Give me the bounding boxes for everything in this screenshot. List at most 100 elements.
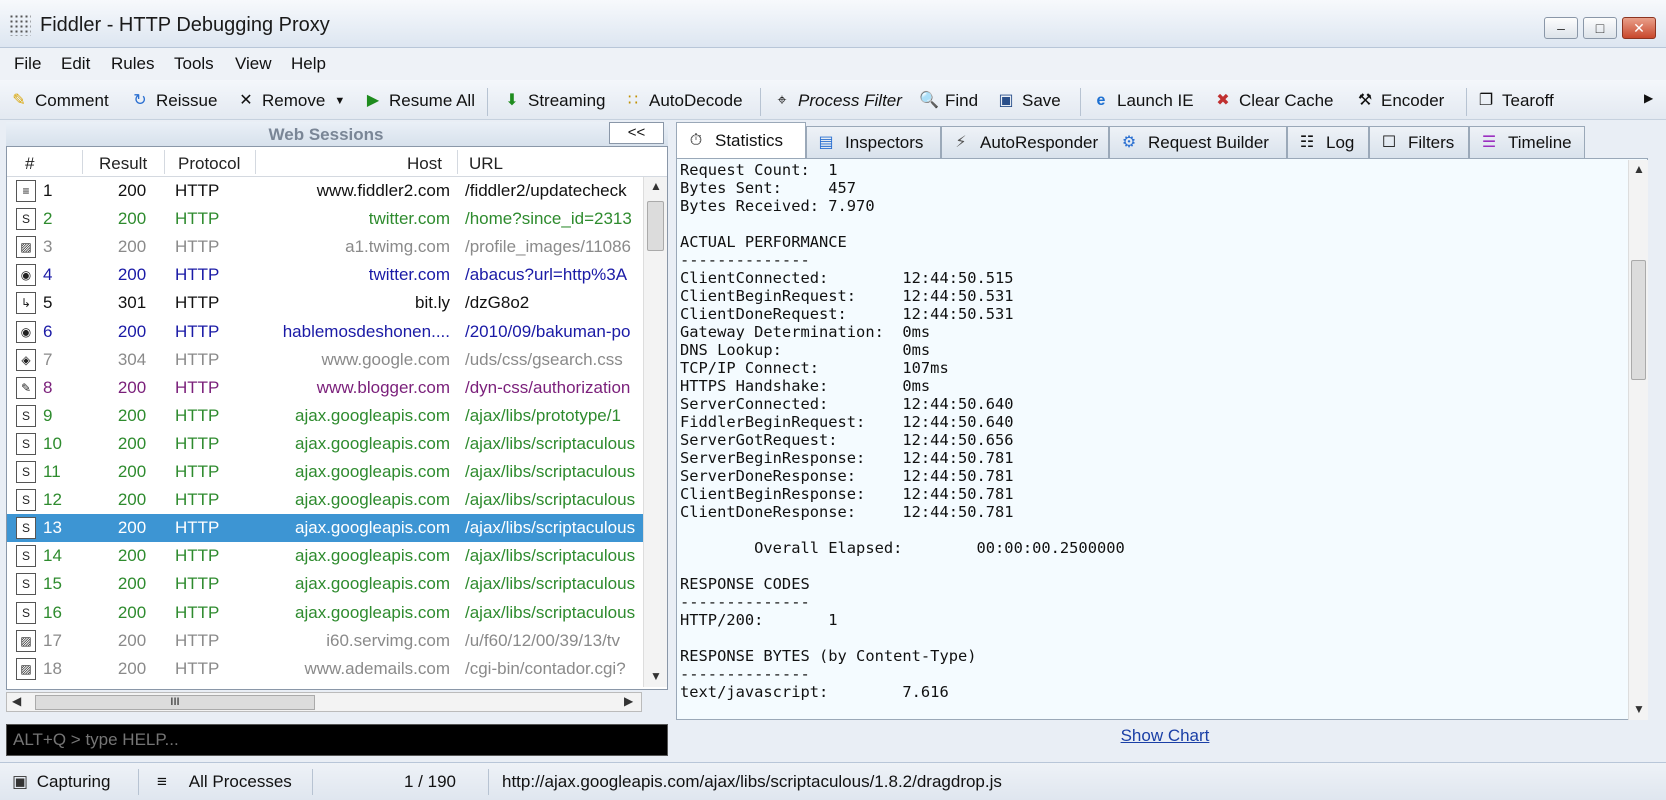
scroll-up-arrow-icon[interactable]: ▲ [650,179,662,193]
tab-filters[interactable]: ☐ Filters [1369,126,1469,158]
clear-cache-button[interactable]: ✖ Clear Cache [1213,89,1333,113]
session-row[interactable]: S 2 200 HTTP twitter.com/home?since_id=2313 [7,205,643,233]
scrollbar-thumb[interactable]: III [35,695,315,710]
statistics-scrollbar[interactable]: ▲ ▼ [1628,160,1648,720]
comment-icon: ✎ [12,92,26,109]
session-url: /ajax/libs/scriptaculous [465,546,636,566]
scroll-up-arrow-icon[interactable]: ▲ [1633,162,1645,176]
show-chart-link[interactable]: Show Chart [1060,726,1270,746]
menu-help[interactable]: Help [291,54,326,74]
session-row[interactable]: ✎ 8 200 HTTP www.blogger.com/dyn-css/authori… [7,374,643,402]
minimize-button[interactable]: ‒ [1544,17,1578,39]
session-url: /ajax/libs/scriptaculous [465,462,636,481]
capturing-indicator[interactable]: ▣ Capturing [12,772,110,792]
capture-icon: ▣ [12,772,29,791]
tab-inspectors[interactable]: ▤ Inspectors [806,126,941,158]
save-button[interactable]: ▣ Save [996,89,1060,113]
session-protocol: HTTP [175,490,220,510]
menu-view[interactable]: View [235,54,272,74]
tearoff-button[interactable]: ❐ Tearoff [1476,89,1554,113]
menu-tools[interactable]: Tools [174,54,214,74]
log-icon: ☷ [1299,133,1315,151]
column-header-host[interactable]: Host [407,154,442,174]
sessions-grid: # Result Protocol Host URL ≡ 1 200 HTTP www.… [6,146,668,690]
reissue-button[interactable]: ↻ Reissue [130,89,217,113]
column-header-url[interactable]: URL [469,154,503,174]
session-result: 200 [117,433,147,453]
scroll-down-arrow-icon[interactable]: ▼ [650,669,662,683]
session-host: bit.ly [415,293,450,313]
session-protocol: HTTP [175,181,220,200]
sessions-vertical-scrollbar[interactable]: ▲ ▼ [643,177,667,687]
close-button[interactable]: ✕ [1622,17,1656,39]
session-row[interactable]: ▨ 18 200 HTTP www.ademails.com/cgi-bin/conta… [7,655,643,683]
tab-request-builder[interactable]: ⚙ Request Builder [1109,126,1287,158]
session-row[interactable]: S 14 200 HTTP ajax.googleapis.com/ajax/libs/… [7,542,643,570]
tab-autoresponder[interactable]: ⚡ AutoResponder [941,126,1109,158]
reissue-label: Reissue [156,91,218,110]
session-row[interactable]: ↳ 5 301 HTTP bit.ly/dzG8o2 [7,289,643,317]
find-button[interactable]: 🔍 Find [919,89,978,113]
menu-edit[interactable]: Edit [61,54,90,74]
launch-ie-button[interactable]: e Launch IE [1091,89,1194,113]
sessions-horizontal-scrollbar[interactable]: ◀ III ▶ [6,692,642,712]
column-header-result[interactable]: Result [99,154,147,174]
session-row[interactable]: S 15 200 HTTP ajax.googleapis.com/ajax/libs/… [7,570,643,598]
autodecode-button[interactable]: ∷ AutoDecode [623,89,743,113]
session-number: 18 [43,658,62,678]
session-row[interactable]: ▨ 3 200 HTTP a1.twimg.com/profile_images/110… [7,233,643,261]
comment-button[interactable]: ✎ Comment [9,89,108,113]
session-row[interactable]: S 9 200 HTTP ajax.googleapis.com/ajax/libs/p… [7,402,643,430]
session-row[interactable]: S 16 200 HTTP ajax.googleapis.com/ajax/libs/… [7,599,643,627]
inspector-tabs: ⏱ Statistics ▤ Inspectors ⚡ AutoResponde… [676,122,1666,158]
session-row[interactable]: ◉ 6 200 HTTP hablemosdeshonen.... /2010/09/ba… [7,318,643,346]
sessions-grid-header: # Result Protocol Host URL [7,147,667,177]
scrollbar-thumb[interactable] [647,201,664,251]
column-header-number[interactable]: # [25,154,34,174]
process-filter-button[interactable]: ⌖ Process Filter [772,89,901,113]
session-row[interactable]: S 13 200 HTTP ajax.googleapis.com/ajax/libs/… [7,514,643,543]
session-url: /ajax/libs/scriptaculous [465,490,636,510]
inspectors-icon: ▤ [818,133,834,151]
session-number: 11 [43,462,61,481]
column-header-protocol[interactable]: Protocol [178,154,240,174]
session-row[interactable]: ◉ 4 200 HTTP twitter.com/abacus?url=http%3A [7,261,643,289]
remove-button[interactable]: ✕ Remove ▼ [236,89,345,113]
collapse-sessions-button[interactable]: << [609,122,664,144]
filters-checkbox-icon: ☐ [1381,133,1397,151]
session-row[interactable]: S 12 200 HTTP ajax.googleapis.com/ajax/libs/… [7,486,643,514]
session-protocol: HTTP [175,462,220,481]
streaming-arrow-icon: ⬇ [505,92,519,109]
session-url: /uds/css/gsearch.css [465,349,623,369]
session-host: www.ademails.com [304,658,451,678]
scroll-right-arrow-icon[interactable]: ▶ [624,694,633,708]
tab-timeline[interactable]: ☰ Timeline [1469,126,1585,158]
process-filter-selector[interactable]: ≡ All Processes [157,772,292,792]
tab-log[interactable]: ☷ Log [1287,126,1369,158]
tab-statistics[interactable]: ⏱ Statistics [676,122,806,158]
session-script-icon: S [16,545,36,568]
scroll-left-arrow-icon[interactable]: ◀ [12,694,21,708]
session-row[interactable]: ◈ 7 304 HTTP www.google.com/uds/css/gsearch.… [7,346,643,374]
session-row[interactable]: S 11 200 HTTP ajax.googleapis.com/ajax/libs/… [7,458,643,486]
filter-icon: ≡ [157,772,167,791]
encoder-button[interactable]: ⚒ Encoder [1355,89,1445,113]
scroll-down-arrow-icon[interactable]: ▼ [1633,702,1645,716]
menu-rules[interactable]: Rules [111,54,154,74]
maximize-button[interactable]: □ [1583,17,1617,39]
resume-all-button[interactable]: ▶ Resume All [363,89,475,113]
scrollbar-thumb[interactable] [1631,260,1646,380]
menu-file[interactable]: File [14,54,41,74]
session-url: /dzG8o2 [465,293,530,313]
binoculars-icon: 🔍 [919,92,939,109]
session-url: /fiddler2/updatecheck [465,181,627,200]
session-row[interactable]: ▨ 17 200 HTTP i60.servimg.com/u/f60/12/00/39… [7,627,643,655]
resume-all-label: Resume All [389,91,475,110]
session-host: www.google.com [321,349,450,369]
streaming-button[interactable]: ⬇ Streaming [502,89,605,113]
session-row[interactable]: S 10 200 HTTP ajax.googleapis.com/ajax/libs/… [7,430,643,458]
session-row[interactable]: ≡ 1 200 HTTP www.fiddler2.com/fiddler2/updat… [7,177,643,205]
quickexec-input[interactable] [7,725,667,755]
session-number: 9 [43,405,53,425]
toolbar-overflow-icon[interactable]: ▶ [1644,91,1653,105]
